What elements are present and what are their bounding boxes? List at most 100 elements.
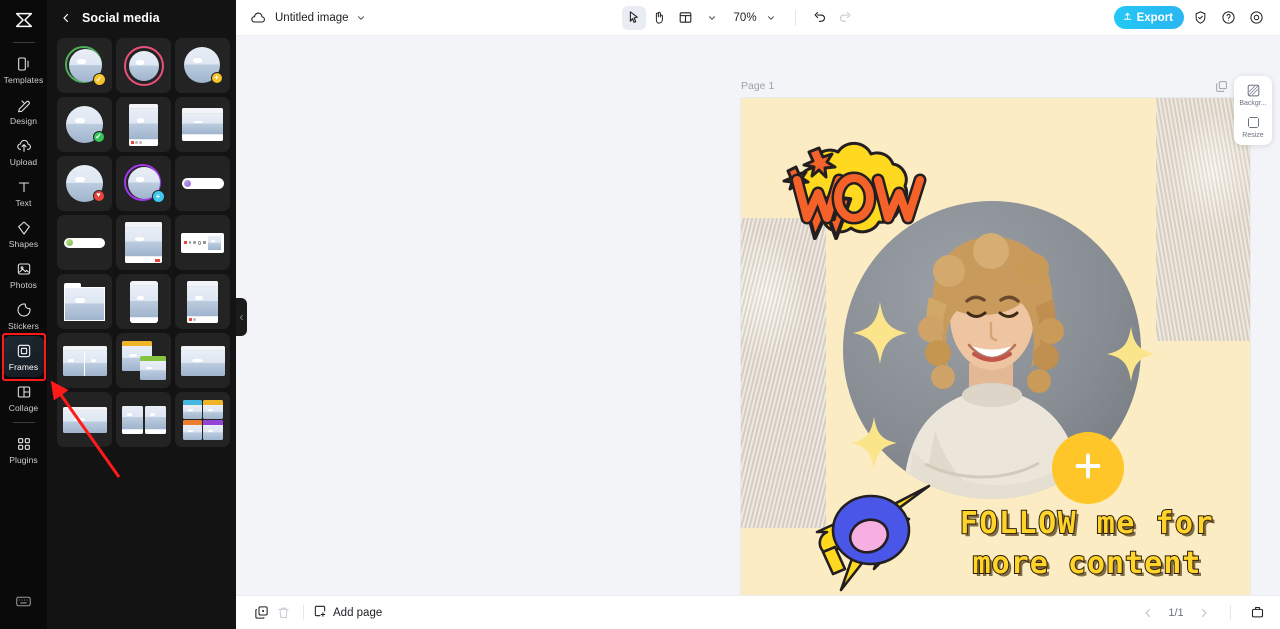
delete-page-button[interactable] <box>272 602 294 624</box>
background-button[interactable]: Backgr... <box>1236 82 1270 107</box>
panel-collapse-handle[interactable] <box>236 298 247 336</box>
sidebar-item-stickers[interactable]: Stickers <box>2 295 45 336</box>
redo-button[interactable] <box>834 6 858 30</box>
panel-header: Social media <box>47 0 236 36</box>
pages-grid-button[interactable] <box>1246 602 1268 624</box>
canvas-tools: 70% <box>621 5 858 30</box>
photos-icon <box>15 260 33 278</box>
frame-thumbnail[interactable] <box>57 274 112 329</box>
frame-thumbnail[interactable] <box>175 97 230 152</box>
document-title[interactable]: Untitled image <box>275 12 349 24</box>
frame-thumbnail[interactable] <box>175 333 230 388</box>
export-upload-icon <box>1122 11 1133 25</box>
layout-tool-button[interactable] <box>674 6 698 30</box>
export-label: Export <box>1136 11 1173 24</box>
layout-caret-button[interactable] <box>700 6 724 30</box>
page-navigation: 1/1 <box>1137 602 1268 624</box>
sidebar-item-design[interactable]: Design <box>2 90 45 131</box>
panel-back-button[interactable] <box>59 11 73 25</box>
frame-thumbnail[interactable]: + <box>116 156 171 211</box>
shield-check-icon[interactable] <box>1188 6 1212 30</box>
wow-sticker[interactable] <box>779 134 959 252</box>
select-tool-button[interactable] <box>621 5 646 30</box>
prev-page-button[interactable] <box>1137 602 1159 624</box>
sidebar-item-collage[interactable]: Collage <box>2 377 45 418</box>
sidebar-item-label: Plugins <box>9 454 38 465</box>
export-button[interactable]: Export <box>1113 6 1184 29</box>
sidebar-item-label: Stickers <box>7 320 40 331</box>
keyboard-shortcuts-button[interactable] <box>2 587 45 621</box>
sidebar-item-text[interactable]: Text <box>2 172 45 213</box>
add-page-button[interactable]: Add page <box>313 604 382 621</box>
chevron-down-icon[interactable] <box>356 13 366 23</box>
undo-button[interactable] <box>808 6 832 30</box>
sidebar-item-shapes[interactable]: Shapes <box>2 213 45 254</box>
frame-thumbnail[interactable] <box>116 38 171 93</box>
sidebar-item-plugins[interactable]: Plugins <box>2 429 45 470</box>
left-tool-rail: Templates Design Upload Text Shapes Phot… <box>0 0 47 629</box>
frame-thumbnail[interactable] <box>175 274 230 329</box>
sidebar-item-label: Frames <box>8 361 39 372</box>
toolbar-divider <box>794 9 796 26</box>
editor-top-toolbar: Untitled image 70% Export <box>236 0 1280 36</box>
frame-thumbnail[interactable] <box>175 156 230 211</box>
add-photo-button[interactable] <box>1052 432 1124 504</box>
frame-thumbnail[interactable]: + <box>175 38 230 93</box>
capcut-editor-window: Templates Design Upload Text Shapes Phot… <box>0 0 1280 629</box>
hand-tool-button[interactable] <box>648 6 672 30</box>
topbar-right-actions: Export <box>1113 6 1268 30</box>
frame-thumbnail[interactable]: ✓ <box>57 38 112 93</box>
panel-title: Social media <box>82 11 160 25</box>
frame-thumbnail[interactable] <box>116 333 171 388</box>
sidebar-item-label: Upload <box>9 156 38 167</box>
keyboard-icon <box>15 593 32 615</box>
canvas-side-panel: Backgr... Resize <box>1234 76 1272 145</box>
page-label: Page 1 <box>741 80 775 92</box>
sidebar-item-label: Design <box>9 115 38 126</box>
frame-thumbnail[interactable]: ✓ <box>57 97 112 152</box>
frame-thumbnail[interactable] <box>116 274 171 329</box>
zoom-level-label[interactable]: 70% <box>734 12 757 24</box>
sidebar-item-photos[interactable]: Photos <box>2 254 45 295</box>
sidebar-item-frames[interactable]: Frames <box>2 336 45 377</box>
next-page-button[interactable] <box>1193 602 1215 624</box>
design-canvas[interactable]: FOLLOW me for more content <box>741 98 1250 595</box>
duplicate-page-button[interactable] <box>250 602 272 624</box>
resize-icon <box>1245 114 1261 130</box>
canvas-stage[interactable]: Page 1 FOLLOW me for more content Backgr… <box>236 36 1280 595</box>
plus-icon <box>1070 448 1106 489</box>
add-page-icon <box>313 604 327 621</box>
resize-label: Resize <box>1242 132 1264 139</box>
editor-main: Untitled image 70% Export Page 1 FOLLOW … <box>236 0 1280 629</box>
duplicate-icon[interactable] <box>1214 79 1228 93</box>
resize-button[interactable]: Resize <box>1236 114 1270 139</box>
shapes-icon <box>15 219 33 237</box>
frame-thumbnail[interactable] <box>175 215 230 270</box>
collage-icon <box>15 383 33 401</box>
sidebar-item-upload[interactable]: Upload <box>2 131 45 172</box>
sparkle-icon <box>853 302 907 364</box>
frame-thumbnail[interactable] <box>57 333 112 388</box>
settings-gear-icon[interactable] <box>1244 6 1268 30</box>
sidebar-item-label: Photos <box>9 279 38 290</box>
headline-line-2: more content <box>972 545 1202 582</box>
sidebar-item-templates[interactable]: Templates <box>2 49 45 90</box>
editor-bottom-bar: Add page 1/1 <box>236 595 1280 629</box>
frame-thumbnail[interactable]: ♥ <box>57 156 112 211</box>
frame-thumbnail[interactable] <box>116 215 171 270</box>
upload-icon <box>15 137 33 155</box>
frame-thumbnail[interactable] <box>116 392 171 447</box>
headline-text[interactable]: FOLLOW me for more content <box>937 504 1237 584</box>
frame-thumbnail[interactable] <box>175 392 230 447</box>
design-icon <box>15 96 33 114</box>
capcut-logo-icon[interactable] <box>0 2 47 38</box>
add-page-label: Add page <box>333 606 383 619</box>
zoom-caret-button[interactable] <box>759 6 783 30</box>
frame-thumbnail[interactable] <box>57 215 112 270</box>
background-label: Backgr... <box>1239 100 1267 107</box>
frame-thumbnail[interactable] <box>57 392 112 447</box>
frame-thumbnail[interactable] <box>116 97 171 152</box>
text-icon <box>15 178 33 196</box>
plugins-icon <box>15 435 33 453</box>
help-icon[interactable] <box>1216 6 1240 30</box>
